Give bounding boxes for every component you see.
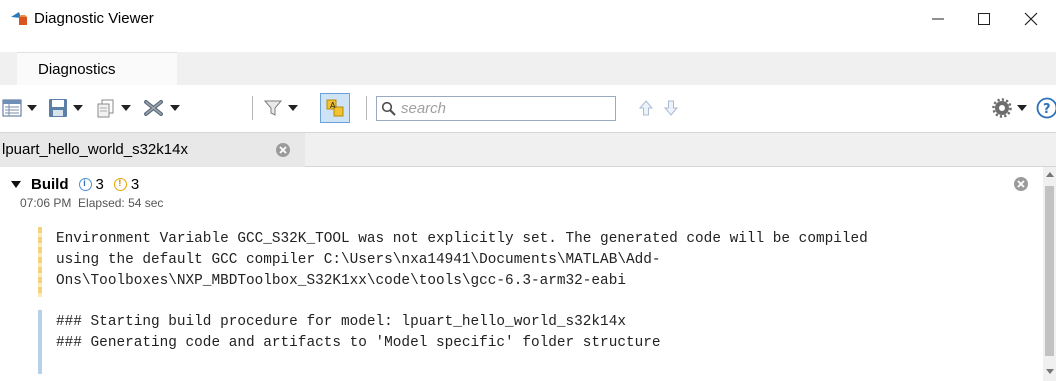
message-line: ### Generating code and artifacts to 'Mo… (56, 335, 661, 351)
chevron-down-icon (170, 105, 180, 111)
filter-icon (263, 100, 283, 116)
scroll-down-icon[interactable] (1046, 369, 1054, 374)
message-line: Environment Variable GCC_S32K_TOOL was n… (56, 231, 868, 247)
ribbon-tab-strip: Diagnostics (0, 52, 1056, 85)
filter-button[interactable] (263, 95, 298, 121)
close-icon[interactable] (275, 142, 291, 158)
model-tab[interactable]: lpuart_hello_world_s32k14x (0, 133, 305, 167)
build-timestamp: 07:06 PM Elapsed: 54 sec (20, 196, 163, 210)
info-stripe (38, 310, 42, 374)
clear-icon (144, 100, 163, 116)
model-tab-bar: lpuart_hello_world_s32k14x (0, 132, 1056, 167)
group-by-button[interactable]: A (320, 93, 350, 123)
info-icon: i (78, 178, 92, 191)
close-icon (1024, 12, 1038, 25)
svg-text:?: ? (1043, 102, 1051, 117)
diagnostics-content: Build i 3 ! 3 07:06 PM Elapsed: 54 sec E… (0, 167, 1043, 381)
message-line: Ons\Toolboxes\NXP_MBDToolbox_S32K1xx\cod… (56, 273, 626, 289)
layout-icon (2, 99, 22, 117)
matlab-simulink-icon (9, 8, 29, 28)
chevron-down-icon (121, 105, 131, 111)
save-button[interactable] (48, 95, 83, 121)
tab-diagnostics[interactable]: Diagnostics (17, 52, 177, 85)
build-time: 07:06 PM (20, 196, 72, 210)
view-layout-button[interactable] (2, 95, 37, 121)
chevron-down-icon (288, 105, 298, 111)
window-title: Diagnostic Viewer (34, 10, 154, 27)
clear-button[interactable] (143, 95, 180, 121)
search-box[interactable] (376, 96, 616, 121)
build-group-header[interactable]: Build i 3 ! 3 (11, 176, 139, 193)
warning-icon: ! (113, 178, 127, 191)
title-bar: Diagnostic Viewer (0, 0, 1056, 37)
help-icon: ? (1036, 97, 1056, 119)
scroll-thumb[interactable] (1045, 186, 1054, 356)
close-button[interactable] (1008, 0, 1054, 37)
expand-caret-icon[interactable] (11, 181, 21, 188)
search-icon (381, 101, 396, 116)
help-button[interactable]: ? (1036, 95, 1056, 121)
warning-message: Environment Variable GCC_S32K_TOOL was n… (56, 229, 868, 292)
toolbar-divider (252, 96, 253, 120)
message-line: ### Starting build procedure for model: … (56, 314, 626, 330)
copy-button[interactable] (96, 95, 131, 121)
build-elapsed: Elapsed: 54 sec (78, 196, 164, 210)
info-message: ### Starting build procedure for model: … (56, 312, 661, 354)
arrow-down-icon (664, 100, 678, 116)
vertical-scrollbar[interactable] (1043, 167, 1056, 381)
toolbar-divider (366, 96, 367, 120)
close-icon[interactable] (1013, 176, 1029, 192)
gear-icon (992, 98, 1012, 118)
next-button[interactable] (664, 95, 678, 121)
minimize-icon (932, 18, 944, 19)
maximize-icon (978, 12, 990, 25)
scroll-up-icon[interactable] (1046, 172, 1054, 177)
tab-diagnostics-label: Diagnostics (38, 61, 116, 78)
copy-icon (97, 99, 114, 118)
previous-button[interactable] (639, 95, 653, 121)
arrow-up-icon (639, 100, 653, 116)
info-count: 3 (95, 176, 104, 193)
search-input[interactable] (401, 99, 611, 118)
maximize-button[interactable] (961, 0, 1007, 37)
warning-count: 3 (130, 176, 140, 193)
group-icon: A (326, 99, 344, 117)
build-label: Build (31, 176, 69, 193)
chevron-down-icon (73, 105, 83, 111)
message-line: using the default GCC compiler C:\Users\… (56, 252, 661, 268)
save-icon (49, 99, 67, 117)
minimize-button[interactable] (915, 0, 961, 37)
settings-button[interactable] (992, 95, 1027, 121)
chevron-down-icon (1017, 105, 1027, 111)
chevron-down-icon (27, 105, 37, 111)
warning-stripe (38, 227, 42, 297)
svg-text:A: A (330, 101, 336, 110)
toolbar: A ? (0, 85, 1056, 132)
model-tab-label: lpuart_hello_world_s32k14x (2, 141, 188, 158)
